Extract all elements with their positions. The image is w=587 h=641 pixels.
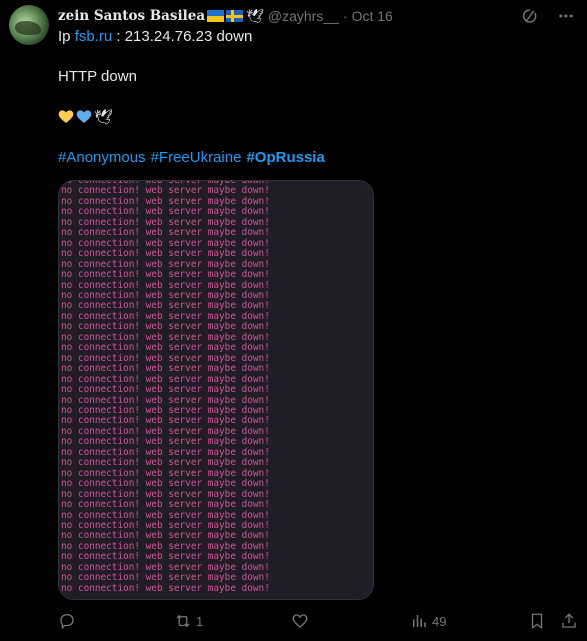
like-button[interactable] — [291, 612, 313, 630]
yellow-heart-icon — [58, 110, 74, 123]
media-text-line: no connection! web server maybe down! — [61, 582, 270, 594]
reply-icon — [60, 613, 74, 630]
repost-count: 1 — [196, 613, 204, 629]
more-icon[interactable] — [557, 7, 575, 25]
post-line-ip: Ip fsb.ru : 213.24.76.23 down — [58, 28, 252, 45]
post-emoji-line: 🕊 — [58, 108, 113, 126]
share-button[interactable] — [560, 612, 578, 630]
dove-icon: 🕊 — [246, 7, 264, 24]
like-icon — [292, 614, 308, 628]
sweden-flag-icon — [226, 10, 244, 22]
fsb-link[interactable]: fsb.ru — [75, 28, 113, 45]
avatar[interactable] — [9, 5, 49, 45]
hashtag-anonymous[interactable]: #Anonymous — [58, 149, 146, 166]
dove-icon: 🕊 — [94, 109, 114, 126]
repost-icon — [176, 614, 190, 628]
media-text-line: no connection! web server maybe down! — [61, 384, 270, 396]
views-icon — [413, 615, 426, 627]
post-date[interactable]: Oct 16 — [352, 8, 393, 24]
views-count: 49 — [432, 613, 447, 629]
bookmark-button[interactable] — [528, 612, 546, 630]
hashtags: #Anonymous #FreeUkraine #OpRussia — [58, 149, 330, 166]
ip-prefix: Ip — [58, 28, 75, 45]
ip-suffix: : 213.24.76.23 down — [112, 28, 253, 45]
display-name[interactable]: zein Santos Basilea — [58, 8, 205, 24]
media-text-line: no connection! web server maybe down! — [61, 269, 270, 281]
hashtag-oprussia[interactable]: #OpRussia — [246, 149, 324, 166]
hashtag-freeukraine[interactable]: #FreeUkraine — [151, 149, 242, 166]
ukraine-flag-icon — [207, 10, 225, 22]
top-right-actions — [521, 7, 575, 25]
share-icon — [562, 613, 576, 628]
user-handle[interactable]: @zayhrs__ — [268, 8, 339, 24]
repost-button[interactable]: 1 — [174, 612, 203, 630]
bookmark-icon — [531, 613, 543, 630]
action-bar: 1 49 — [58, 612, 587, 632]
grok-icon[interactable] — [521, 7, 539, 25]
post-line-http: HTTP down — [58, 68, 137, 85]
blue-heart-icon — [76, 110, 92, 123]
separator-dot: · — [342, 8, 348, 24]
post-header: zein Santos Basilea 🕊 @zayhrs__ · Oct 16 — [58, 6, 393, 26]
media-text-lines: no connection! web server maybe down! no … — [61, 181, 270, 594]
reply-button[interactable] — [58, 612, 80, 630]
media-image[interactable]: no connection! web server maybe down! no … — [58, 180, 374, 600]
media-text-line: no connection! web server maybe down! — [61, 499, 270, 511]
views-button[interactable]: 49 — [410, 612, 446, 630]
